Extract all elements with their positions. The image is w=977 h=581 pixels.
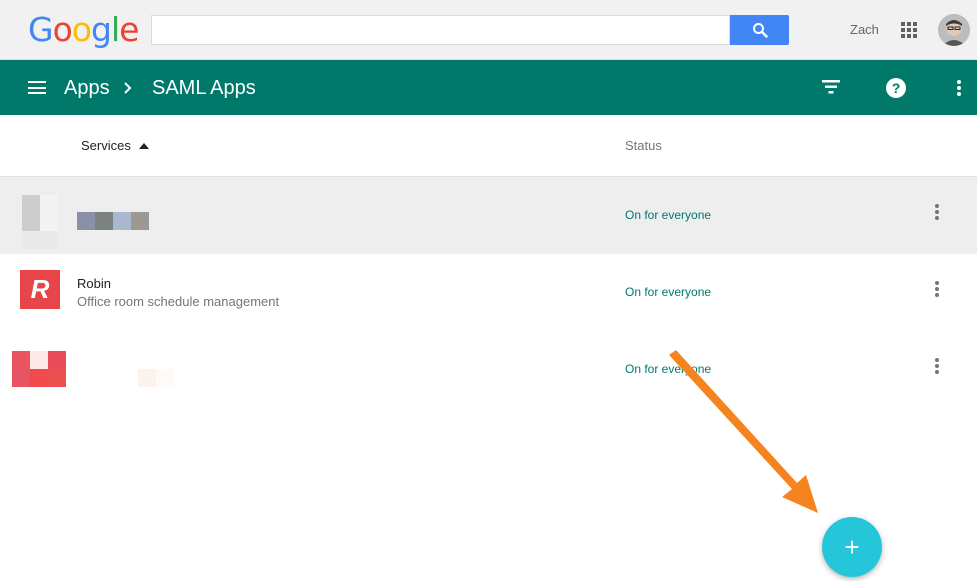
avatar[interactable] xyxy=(938,14,970,46)
column-header-services[interactable]: Services xyxy=(81,139,131,153)
row-more-vert-icon[interactable] xyxy=(935,358,939,374)
search-button[interactable] xyxy=(730,15,789,45)
robin-logo: R xyxy=(20,270,60,309)
breadcrumb-apps[interactable]: Apps xyxy=(64,76,110,100)
sort-ascending-icon[interactable] xyxy=(139,143,149,149)
app-name-redacted xyxy=(138,369,174,387)
app-name-redacted xyxy=(77,212,149,230)
logo-letter: o xyxy=(71,10,92,49)
help-icon[interactable]: ? xyxy=(886,78,906,98)
breadcrumb-chevron-icon xyxy=(122,76,134,106)
search-icon xyxy=(752,23,768,38)
table-row[interactable]: R Robin Office room schedule management … xyxy=(0,254,977,331)
status-text: On for everyone xyxy=(625,285,712,299)
breadcrumb-saml-apps: SAML Apps xyxy=(152,77,256,99)
logo-letter: g xyxy=(90,10,112,49)
logo-letter: o xyxy=(52,10,73,49)
app-logo-redacted xyxy=(22,195,58,249)
admin-header: Apps SAML Apps ? xyxy=(0,60,977,115)
row-more-vert-icon[interactable] xyxy=(935,204,939,220)
filter-icon[interactable] xyxy=(822,80,840,99)
status-text: On for everyone xyxy=(625,362,712,376)
row-more-vert-icon[interactable] xyxy=(935,281,939,297)
search-input[interactable] xyxy=(151,15,730,45)
status-text: On for everyone xyxy=(625,208,712,222)
app-logo-redacted xyxy=(12,351,66,387)
logo-letter: e xyxy=(119,10,139,49)
apps-grid-icon[interactable] xyxy=(901,22,917,38)
google-logo[interactable]: Google xyxy=(28,10,139,50)
app-description: Office room schedule management xyxy=(77,294,280,309)
google-top-bar: Google Zach xyxy=(0,0,977,60)
add-app-button[interactable]: + xyxy=(822,517,882,577)
logo-letter: G xyxy=(28,10,54,49)
table-row[interactable]: On for everyone xyxy=(0,331,977,408)
menu-icon[interactable] xyxy=(28,81,46,94)
more-vert-icon[interactable] xyxy=(957,80,961,96)
account-name[interactable]: Zach xyxy=(850,22,879,37)
column-header-status[interactable]: Status xyxy=(625,139,662,153)
logo-letter: l xyxy=(110,10,120,49)
table-row[interactable]: On for everyone xyxy=(0,177,977,254)
app-name: Robin xyxy=(77,276,111,291)
avatar-image xyxy=(938,14,970,46)
